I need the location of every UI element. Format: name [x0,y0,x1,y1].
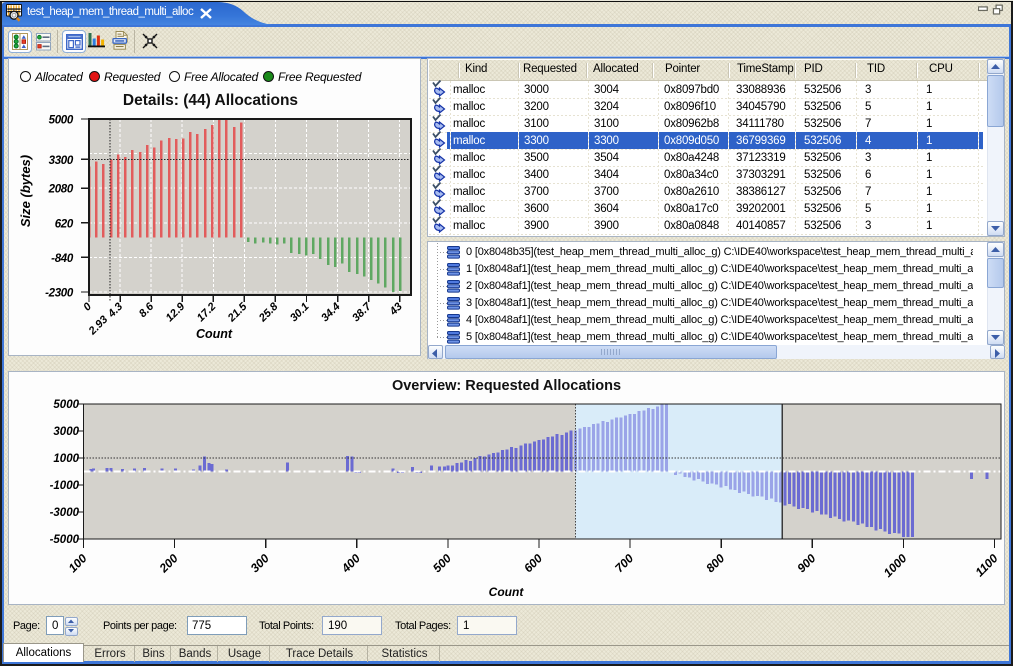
svg-text:1000: 1000 [881,551,910,580]
svg-text:34.4: 34.4 [319,301,343,325]
svg-text:3000: 3000 [53,426,79,438]
svg-text:400: 400 [338,551,363,576]
svg-text:4.3: 4.3 [105,301,125,321]
svg-text:43: 43 [387,301,405,319]
svg-text:Size (bytes): Size (bytes) [18,155,33,227]
svg-text:-1000: -1000 [50,480,80,492]
svg-text:900: 900 [794,551,818,575]
svg-text:1100: 1100 [972,551,1000,579]
svg-text:0: 0 [81,300,94,313]
svg-text:38.7: 38.7 [350,300,374,324]
svg-text:700: 700 [612,551,636,575]
svg-text:8.6: 8.6 [137,300,157,320]
svg-text:600: 600 [521,551,545,575]
svg-text:2080: 2080 [48,184,74,196]
svg-text:-3000: -3000 [50,507,80,519]
svg-text:17.2: 17.2 [195,301,219,325]
svg-text:12.9: 12.9 [164,300,188,324]
svg-text:30.1: 30.1 [288,301,312,325]
svg-text:1000: 1000 [53,453,79,465]
svg-text:Count: Count [196,327,233,341]
svg-text:25.8: 25.8 [256,300,281,325]
svg-text:3300: 3300 [49,155,74,167]
svg-text:-5000: -5000 [50,534,80,546]
svg-text:5000: 5000 [53,399,79,411]
svg-text:300: 300 [248,551,272,575]
svg-text:200: 200 [156,551,181,576]
svg-text:2.93: 2.93 [86,314,110,338]
svg-text:620: 620 [55,218,74,230]
svg-text:Count: Count [489,585,525,599]
svg-text:-2300: -2300 [45,288,74,300]
svg-text:5000: 5000 [49,115,74,127]
svg-text:800: 800 [703,551,727,575]
svg-text:-840: -840 [51,253,74,265]
svg-text:21.5: 21.5 [225,300,250,325]
svg-text:500: 500 [430,551,454,575]
svg-text:100: 100 [66,551,90,575]
